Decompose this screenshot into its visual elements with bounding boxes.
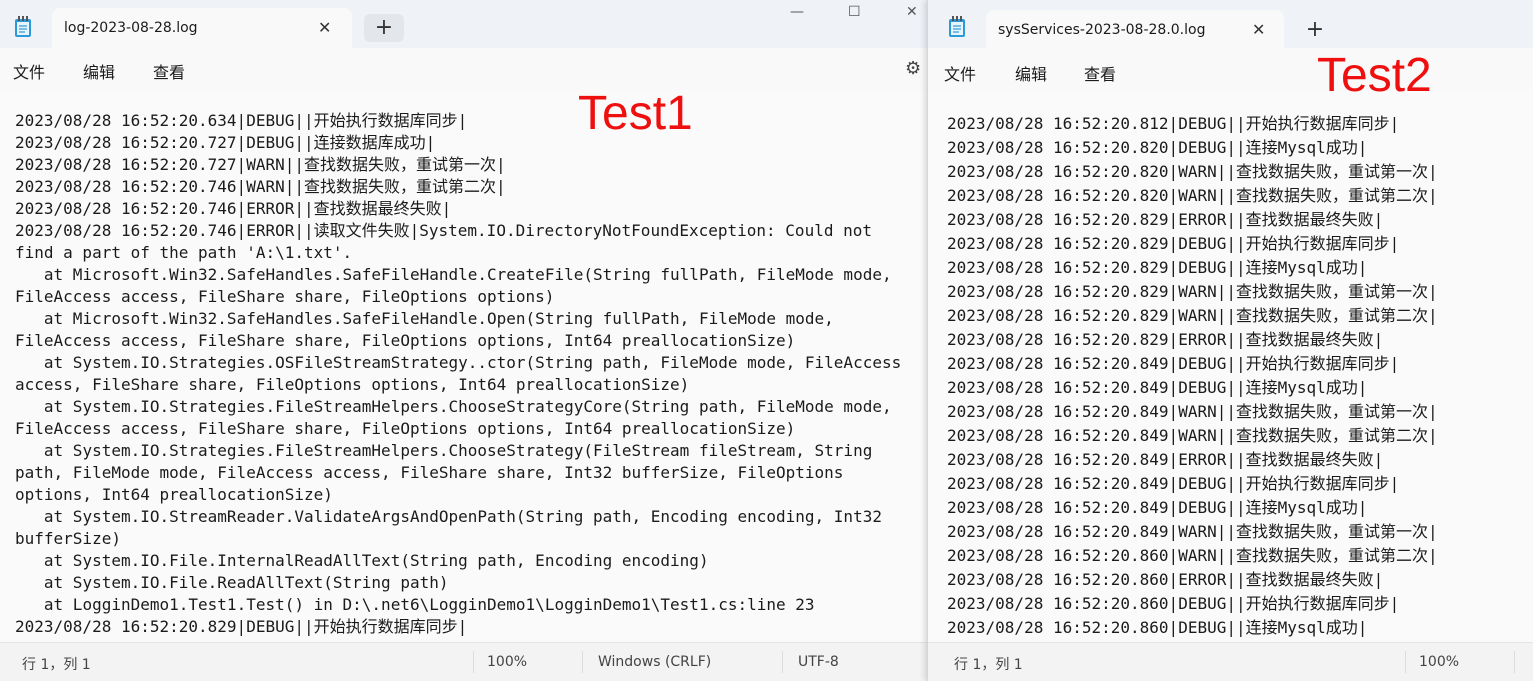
log-line: 2023/08/28 16:52:20.849|DEBUG||连接Mysql成功… (947, 498, 1368, 517)
log-line: 2023/08/28 16:52:20.860|DEBUG||连接Mysql成功… (947, 618, 1368, 637)
notepad-app-icon (949, 16, 965, 37)
log-line: 2023/08/28 16:52:20.829|ERROR||查找数据最终失败| (947, 210, 1384, 229)
log-line: at Microsoft.Win32.SafeHandles.SafeFileH… (15, 265, 902, 306)
notepad-app-icon (15, 16, 31, 37)
encoding: UTF-8 (798, 654, 839, 670)
log-line: 2023/08/28 16:52:20.829|DEBUG||开始执行数据库同步… (15, 617, 468, 636)
status-bar: 行 1，列 1 100% (928, 642, 1533, 681)
annotation-label: Test2 (1317, 49, 1432, 102)
menu-edit[interactable]: 编辑 (83, 59, 115, 83)
log-line: at System.IO.Strategies.FileStreamHelper… (15, 397, 902, 438)
log-line: 2023/08/28 16:52:20.746|WARN||查找数据失败，重试第… (15, 177, 506, 196)
log-line: 2023/08/28 16:52:20.829|DEBUG||开始执行数据库同步… (947, 234, 1400, 253)
log-line: at Microsoft.Win32.SafeHandles.SafeFileH… (15, 309, 844, 350)
log-line: 2023/08/28 16:52:20.849|WARN||查找数据失败，重试第… (947, 402, 1438, 421)
log-line: at LogginDemo1.Test1.Test() in D:\.net6\… (15, 595, 815, 614)
log-line: 2023/08/28 16:52:20.820|DEBUG||连接Mysql成功… (947, 138, 1368, 157)
log-line: at System.IO.Strategies.FileStreamHelper… (15, 441, 882, 504)
log-line: 2023/08/28 16:52:20.727|DEBUG||连接数据库成功| (15, 133, 436, 152)
text-editor[interactable]: 2023/08/28 16:52:20.812|DEBUG||开始执行数据库同步… (928, 90, 1533, 643)
close-tab-icon[interactable]: ✕ (318, 8, 331, 48)
log-line: at System.IO.Strategies.OSFileStreamStra… (15, 353, 911, 394)
line-ending: Windows (CRLF) (598, 654, 712, 670)
log-line: 2023/08/28 16:52:20.849|DEBUG||开始执行数据库同步… (947, 474, 1400, 493)
log-line: 2023/08/28 16:52:20.820|WARN||查找数据失败，重试第… (947, 162, 1438, 181)
close-tab-icon[interactable]: ✕ (1252, 10, 1265, 50)
log-line: 2023/08/28 16:52:20.812|DEBUG||开始执行数据库同步… (947, 114, 1400, 133)
zoom-level: 100% (1419, 654, 1460, 670)
menu-bar: 文件 编辑 查看 (928, 50, 1533, 92)
log-line: at System.IO.File.InternalReadAllText(St… (15, 551, 709, 570)
tab-log-file[interactable]: sysServices-2023-08-28.0.log ✕ (986, 10, 1284, 50)
tab-log-file[interactable]: log-2023-08-28.log ✕ (52, 8, 352, 48)
annotation-label: Test1 (578, 87, 693, 140)
minimize-icon[interactable]: — (790, 4, 804, 20)
log-line: at System.IO.StreamReader.ValidateArgsAn… (15, 507, 892, 548)
tab-title: log-2023-08-28.log (64, 20, 198, 36)
status-bar: 行 1，列 1 100% Windows (CRLF) UTF-8 (0, 642, 928, 681)
log-line: 2023/08/28 16:52:20.820|WARN||查找数据失败，重试第… (947, 186, 1438, 205)
cursor-position: 行 1，列 1 (954, 657, 1023, 673)
log-content: 2023/08/28 16:52:20.812|DEBUG||开始执行数据库同步… (947, 112, 1533, 640)
menu-view[interactable]: 查看 (153, 59, 185, 83)
new-tab-button[interactable]: + (1295, 16, 1335, 44)
log-line: 2023/08/28 16:52:20.849|DEBUG||开始执行数据库同步… (947, 354, 1400, 373)
log-line: 2023/08/28 16:52:20.829|ERROR||查找数据最终失败| (947, 330, 1384, 349)
menu-edit[interactable]: 编辑 (1015, 61, 1047, 85)
menu-view[interactable]: 查看 (1084, 61, 1116, 85)
cursor-position: 行 1，列 1 (22, 657, 91, 673)
settings-gear-icon[interactable]: ⚙ (905, 58, 921, 79)
menu-file[interactable]: 文件 (944, 61, 976, 85)
log-line: 2023/08/28 16:52:20.829|DEBUG||连接Mysql成功… (947, 258, 1368, 277)
log-line: 2023/08/28 16:52:20.746|ERROR||查找数据最终失败| (15, 199, 452, 218)
notepad-window-left: log-2023-08-28.log ✕ + — ☐ ✕ 文件 编辑 查看 ⚙ … (0, 0, 928, 681)
menu-file[interactable]: 文件 (13, 59, 45, 83)
tab-title: sysServices-2023-08-28.0.log (998, 22, 1206, 38)
log-line: 2023/08/28 16:52:20.829|WARN||查找数据失败，重试第… (947, 306, 1438, 325)
log-line: 2023/08/28 16:52:20.829|WARN||查找数据失败，重试第… (947, 282, 1438, 301)
log-line: 2023/08/28 16:52:20.634|DEBUG||开始执行数据库同步… (15, 111, 468, 130)
zoom-level: 100% (487, 654, 528, 670)
maximize-icon[interactable]: ☐ (848, 4, 861, 20)
log-line: 2023/08/28 16:52:20.849|DEBUG||连接Mysql成功… (947, 378, 1368, 397)
close-window-icon[interactable]: ✕ (906, 4, 918, 20)
log-content: 2023/08/28 16:52:20.634|DEBUG||开始执行数据库同步… (15, 110, 920, 638)
tab-bar: sysServices-2023-08-28.0.log ✕ + (928, 0, 1533, 50)
log-line: 2023/08/28 16:52:20.860|ERROR||查找数据最终失败| (947, 570, 1384, 589)
log-line: 2023/08/28 16:52:20.746|ERROR||读取文件失败|Sy… (15, 221, 882, 262)
log-line: 2023/08/28 16:52:20.849|WARN||查找数据失败，重试第… (947, 522, 1438, 541)
log-line: 2023/08/28 16:52:20.849|WARN||查找数据失败，重试第… (947, 426, 1438, 445)
new-tab-button[interactable]: + (364, 14, 404, 42)
menu-bar: 文件 编辑 查看 ⚙ (0, 48, 928, 90)
log-line: 2023/08/28 16:52:20.860|WARN||查找数据失败，重试第… (947, 546, 1438, 565)
notepad-window-right: sysServices-2023-08-28.0.log ✕ + 文件 编辑 查… (927, 0, 1533, 681)
log-line: 2023/08/28 16:52:20.849|ERROR||查找数据最终失败| (947, 450, 1384, 469)
tab-bar: log-2023-08-28.log ✕ + — ☐ ✕ (0, 0, 928, 48)
log-line: 2023/08/28 16:52:20.727|WARN||查找数据失败，重试第… (15, 155, 506, 174)
text-editor[interactable]: 2023/08/28 16:52:20.634|DEBUG||开始执行数据库同步… (0, 90, 928, 643)
log-line: 2023/08/28 16:52:20.860|DEBUG||开始执行数据库同步… (947, 594, 1400, 613)
log-line: at System.IO.File.ReadAllText(String pat… (15, 573, 449, 592)
